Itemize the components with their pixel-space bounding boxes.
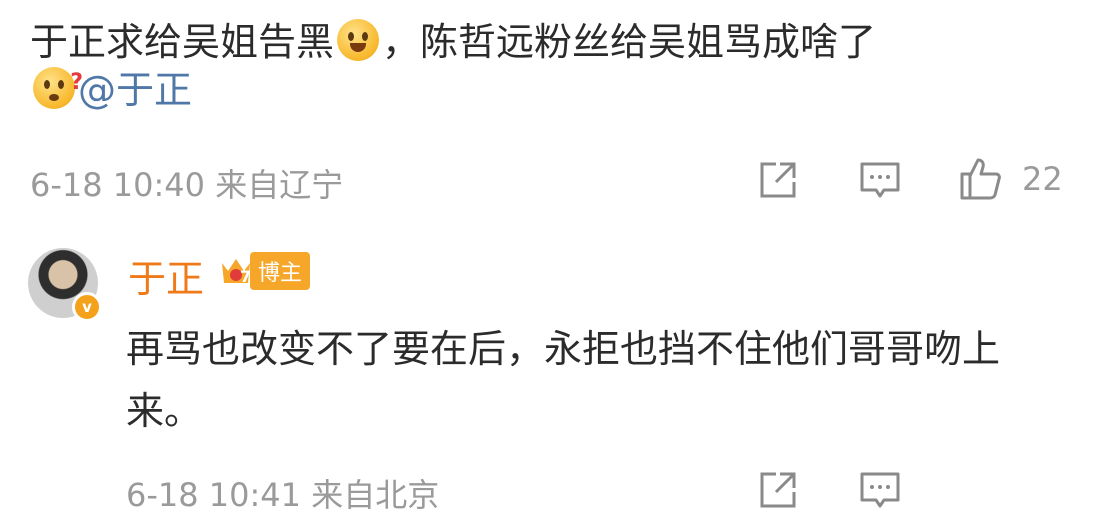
comment-text-part: 于正求给吴姐告黑 [30, 20, 335, 64]
badge-label: 博主 [250, 252, 311, 290]
blogger-badge: 7 博主 [218, 252, 311, 290]
reply-location: 来自北京 [311, 476, 440, 514]
mention-link[interactable]: @于正 [78, 68, 192, 112]
comment-icon[interactable] [858, 158, 902, 202]
fade-overlay [902, 466, 1108, 517]
comment-timestamp: 6-18 10:40 [30, 166, 206, 204]
crown-icon: 7 [218, 253, 254, 289]
grinning-face-emoji-icon [337, 19, 380, 61]
reply-author[interactable]: 于正 [128, 248, 204, 303]
share-icon[interactable] [756, 158, 800, 202]
avatar[interactable]: v [28, 248, 102, 322]
verified-icon: v [72, 292, 102, 322]
comment-text: 于正求给吴姐告黑 ，陈哲远粉丝给吴姐骂成啥了? @于正 [30, 18, 1090, 114]
share-icon[interactable] [756, 468, 800, 512]
confused-face-emoji-icon: ? [33, 67, 83, 109]
comment-meta: 6-18 10:40 来自辽宁 [30, 160, 343, 206]
comment-icon[interactable] [858, 468, 902, 512]
comment-text-part: ，陈哲远粉丝给吴姐骂成啥了 [382, 20, 877, 64]
reply-meta: 6-18 10:41 来自北京 [126, 470, 439, 516]
badge-level: 7 [240, 267, 252, 286]
reply-timestamp: 6-18 10:41 [126, 476, 302, 514]
like-count: 22 [1022, 160, 1063, 198]
reply-text: 再骂也改变不了要在后，永拒也挡不住他们哥哥吻上来。 [126, 327, 1001, 433]
comment-location: 来自辽宁 [215, 166, 344, 204]
like-icon[interactable] [958, 156, 1002, 200]
